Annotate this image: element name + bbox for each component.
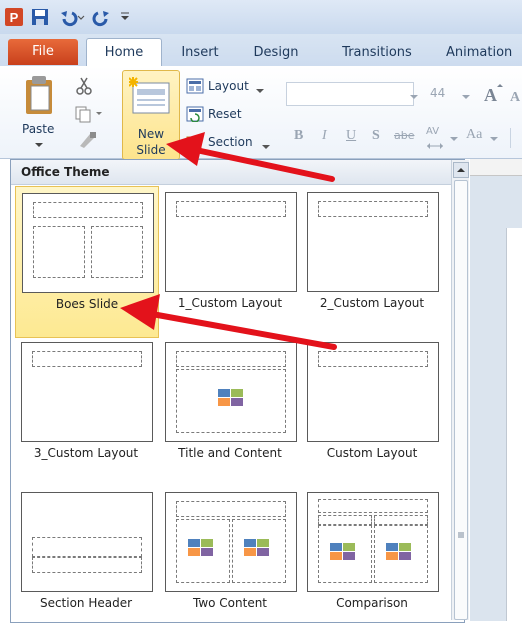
arrow-to-boes-slide-icon bbox=[120, 294, 337, 350]
arrow-to-new-slide-icon bbox=[166, 132, 335, 182]
annotation-arrows bbox=[120, 132, 337, 350]
